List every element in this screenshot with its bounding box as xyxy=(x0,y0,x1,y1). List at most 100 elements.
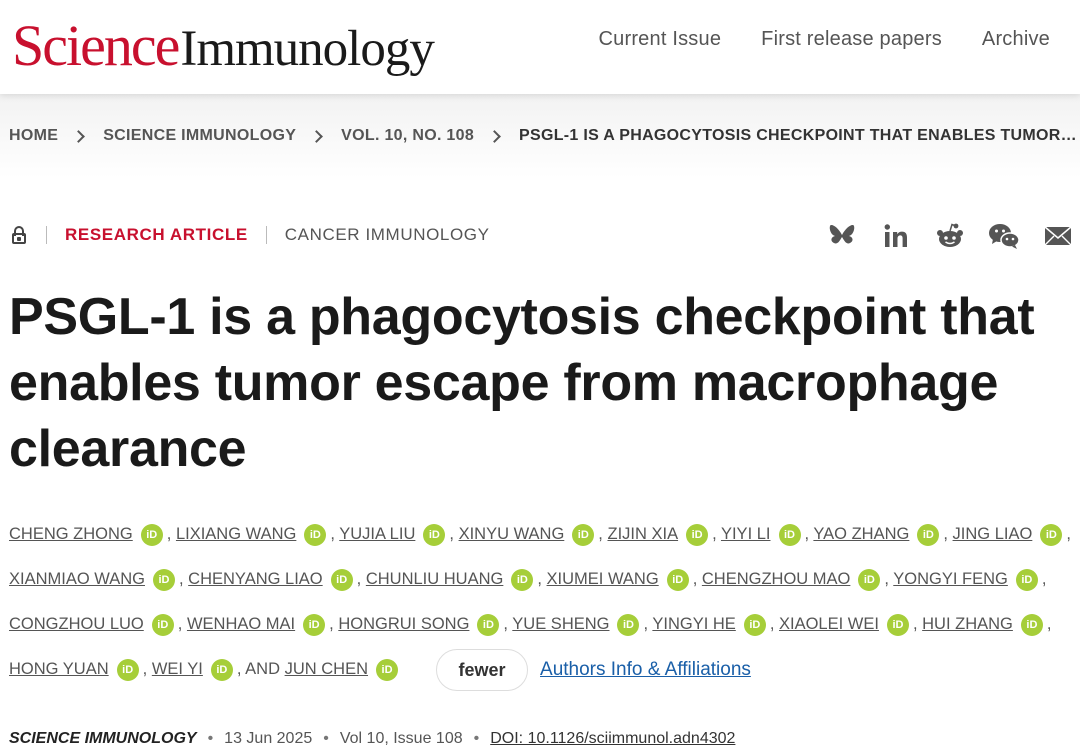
nav-current-issue[interactable]: Current Issue xyxy=(599,28,722,51)
author-item: CHENYANG LIAO iD, xyxy=(188,568,361,591)
citation-line: SCIENCE IMMUNOLOGY • 13 Jun 2025 • Vol 1… xyxy=(9,730,735,748)
author-item: XINYU WANG iD, xyxy=(459,523,603,546)
orcid-icon[interactable]: iD xyxy=(886,613,909,636)
author-item: CHUNLIU HUANG iD, xyxy=(366,568,542,591)
author-name[interactable]: JING LIAO xyxy=(953,525,1033,543)
linkedin-icon[interactable] xyxy=(880,220,912,252)
breadcrumb-issue[interactable]: VOL. 10, NO. 108 xyxy=(341,127,474,145)
author-name[interactable]: XIAOLEI WEI xyxy=(779,615,879,633)
author-name[interactable]: HONGRUI SONG xyxy=(338,615,469,633)
separator-dot: • xyxy=(473,730,480,747)
chevron-right-icon xyxy=(310,129,324,143)
author-name[interactable]: LIXIANG WANG xyxy=(176,525,296,543)
article-type: RESEARCH ARTICLE xyxy=(65,225,248,244)
author-name[interactable]: HUI ZHANG xyxy=(922,615,1013,633)
citation-date: 13 Jun 2025 xyxy=(224,730,313,747)
nav-first-release-papers[interactable]: First release papers xyxy=(761,28,942,51)
orcid-icon[interactable]: iD xyxy=(477,613,500,636)
author-item: YUE SHENG iD, xyxy=(512,613,648,636)
share-bar xyxy=(826,220,1074,252)
author-name[interactable]: YONGYI FENG xyxy=(893,570,1008,588)
author-item: HONG YUAN iD, xyxy=(9,658,147,681)
orcid-icon[interactable]: iD xyxy=(743,613,766,636)
breadcrumb: HOME SCIENCE IMMUNOLOGY VOL. 10, NO. 108… xyxy=(9,127,1077,145)
author-item: XIAOLEI WEI iD, xyxy=(779,613,918,636)
orcid-icon[interactable]: iD xyxy=(151,613,174,636)
wechat-icon[interactable] xyxy=(988,220,1020,252)
author-list: CHENG ZHONG iD, LIXIANG WANG iD, YUJIA LIU… xyxy=(9,512,1075,692)
orcid-icon[interactable]: iD xyxy=(303,613,326,636)
orcid-icon[interactable]: iD xyxy=(778,523,801,546)
orcid-icon[interactable]: iD xyxy=(304,523,327,546)
orcid-icon[interactable]: iD xyxy=(617,613,640,636)
authors-info-link[interactable]: Authors Info & Affiliations xyxy=(540,659,751,680)
orcid-icon[interactable]: iD xyxy=(423,523,446,546)
journal-logo[interactable]: Science Immunology xyxy=(12,12,435,82)
author-item: XIUMEI WANG iD, xyxy=(547,568,697,591)
author-name[interactable]: CHUNLIU HUANG xyxy=(366,570,504,588)
author-name[interactable]: XINYU WANG xyxy=(459,525,565,543)
author-name[interactable]: YUE SHENG xyxy=(512,615,609,633)
email-icon[interactable] xyxy=(1042,220,1074,252)
author-item: CONGZHOU LUO iD, xyxy=(9,613,182,636)
author-item: ZIJIN XIA iD, xyxy=(607,523,717,546)
author-name[interactable]: XIUMEI WANG xyxy=(547,570,659,588)
orcid-icon[interactable]: iD xyxy=(666,568,689,591)
divider xyxy=(46,226,47,244)
and-label: AND xyxy=(245,660,280,678)
author-name[interactable]: YINGYI HE xyxy=(652,615,735,633)
author-name[interactable]: ZIJIN XIA xyxy=(607,525,678,543)
orcid-icon[interactable]: iD xyxy=(1020,613,1043,636)
author-item: WENHAO MAI iD, xyxy=(187,613,334,636)
author-name[interactable]: WENHAO MAI xyxy=(187,615,295,633)
orcid-icon[interactable]: iD xyxy=(686,523,709,546)
reddit-icon[interactable] xyxy=(934,220,966,252)
breadcrumb-current: PSGL-1 IS A PHAGOCYTOSIS CHECKPOINT THAT… xyxy=(519,127,1077,144)
author-name[interactable]: XIANMIAO WANG xyxy=(9,570,145,588)
nav-archive[interactable]: Archive xyxy=(982,28,1050,51)
orcid-icon[interactable]: iD xyxy=(917,523,940,546)
orcid-icon[interactable]: iD xyxy=(116,658,139,681)
author-item: JING LIAO iD, xyxy=(953,523,1071,546)
chevron-right-icon xyxy=(488,129,501,143)
author-name[interactable]: YUJIA LIU xyxy=(339,525,415,543)
fewer-authors-button[interactable]: fewer xyxy=(436,648,529,691)
author-name[interactable]: CHENG ZHONG xyxy=(9,525,133,543)
author-item: YAO ZHANG iD, xyxy=(813,523,948,546)
article-subject[interactable]: CANCER IMMUNOLOGY xyxy=(285,225,490,245)
breadcrumb-journal[interactable]: SCIENCE IMMUNOLOGY xyxy=(103,127,296,145)
orcid-icon[interactable]: iD xyxy=(858,568,881,591)
orcid-icon[interactable]: iD xyxy=(1040,523,1063,546)
logo-journal-text: Immunology xyxy=(180,21,434,77)
doi-link[interactable]: DOI: 10.1126/sciimmunol.adn4302 xyxy=(490,730,735,748)
orcid-icon[interactable]: iD xyxy=(376,658,399,681)
orcid-icon[interactable]: iD xyxy=(330,568,353,591)
author-name[interactable]: HONG YUAN xyxy=(9,660,109,678)
orcid-icon[interactable]: iD xyxy=(140,523,163,546)
author-name[interactable]: CHENYANG LIAO xyxy=(188,570,322,588)
author-item: YINGYI HE iD, xyxy=(652,613,774,636)
lock-icon xyxy=(10,225,28,245)
author-name[interactable]: CHENGZHOU MAO xyxy=(702,570,851,588)
author-name[interactable]: WEI YI xyxy=(152,660,203,678)
author-item: CHENGZHOU MAO iD, xyxy=(702,568,889,591)
divider xyxy=(265,226,267,244)
author-name[interactable]: YIYI LI xyxy=(721,525,771,543)
author-item: YONGYI FENG iD, xyxy=(893,568,1046,591)
author-name[interactable]: JUN CHEN xyxy=(285,660,368,678)
orcid-icon[interactable]: iD xyxy=(210,658,233,681)
citation-volume[interactable]: Vol 10, Issue 108 xyxy=(340,730,463,748)
orcid-icon[interactable]: iD xyxy=(152,568,175,591)
orcid-icon[interactable]: iD xyxy=(511,568,534,591)
breadcrumb-home[interactable]: HOME xyxy=(9,127,58,145)
author-item: AND JUN CHEN iD xyxy=(245,658,402,681)
author-item: YUJIA LIU iD, xyxy=(339,523,454,546)
logo-science-text: Science xyxy=(12,13,180,78)
author-name[interactable]: CONGZHOU LUO xyxy=(9,615,144,633)
orcid-icon[interactable]: iD xyxy=(1015,568,1038,591)
bluesky-icon[interactable] xyxy=(826,220,858,252)
author-name[interactable]: YAO ZHANG xyxy=(813,525,909,543)
orcid-icon[interactable]: iD xyxy=(572,523,595,546)
main-nav: Current Issue First release papers Archi… xyxy=(599,28,1051,51)
author-item: YIYI LI iD, xyxy=(721,523,809,546)
